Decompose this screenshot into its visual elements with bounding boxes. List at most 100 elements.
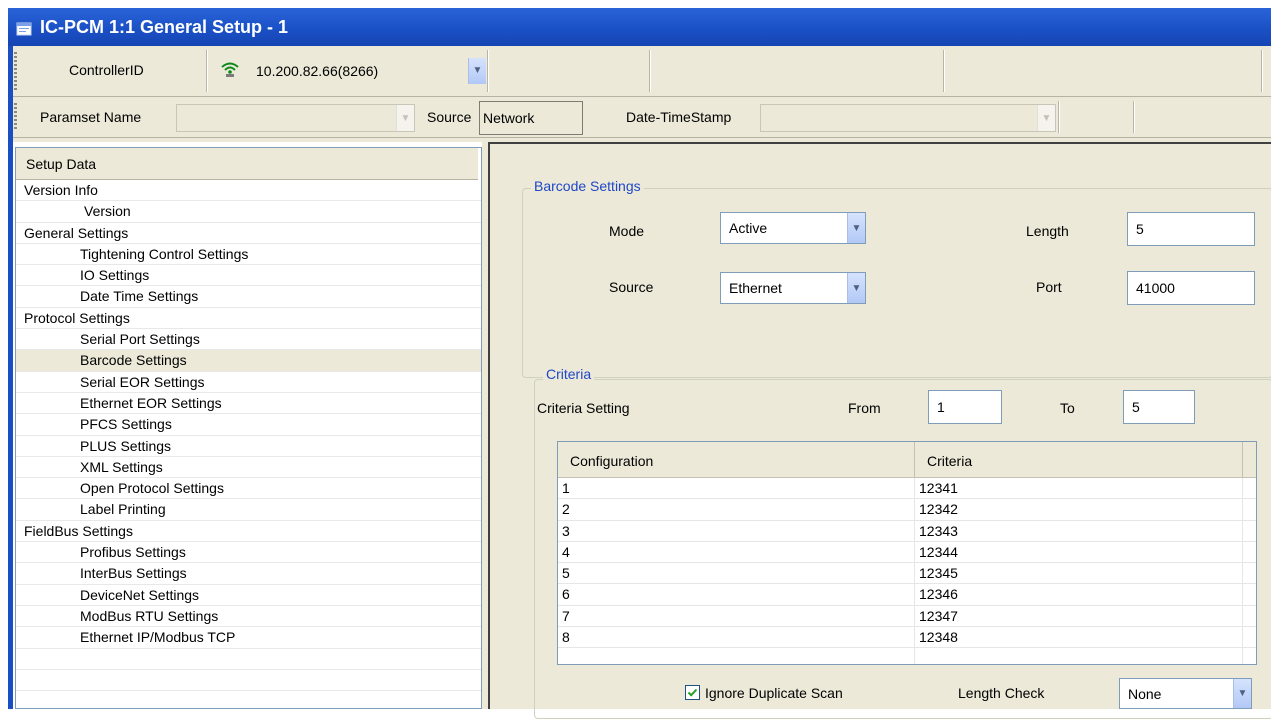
table-row[interactable]: 5 12345 [558,563,1256,585]
chevron-down-icon[interactable]: ▼ [1037,105,1055,131]
tree-item-label: Tightening Control Settings [80,245,249,262]
criteria-cell[interactable]: 12347 [915,605,1243,627]
mode-select[interactable]: Active ▼ [720,212,866,244]
tree-item-label: DeviceNet Settings [80,586,200,603]
table-row[interactable]: 4 12344 [558,541,1256,564]
tree-item-devicenet-settings[interactable]: DeviceNet Settings [16,585,481,606]
criteria-cell[interactable]: 12348 [915,627,1243,648]
tree-item-version[interactable]: Version [16,201,481,223]
port-input[interactable]: 41000 [1127,271,1255,305]
window-title: IC-PCM 1:1 General Setup - 1 [40,16,289,37]
tree-item-fieldbus-settings[interactable]: FieldBus Settings [16,521,481,543]
table-row[interactable]: 8 12348 [558,627,1256,649]
to-input[interactable]: 5 [1123,390,1195,424]
table-row[interactable]: 7 12347 [558,605,1256,628]
table-row[interactable]: 2 12342 [558,499,1256,521]
tree-item-version-info[interactable]: Version Info [16,180,481,202]
configuration-cell[interactable]: 8 [558,627,915,648]
table-row-empty [558,648,1256,664]
mode-label: Mode [609,223,645,239]
controller-id-label: ControllerID [69,62,144,78]
criteria-cell[interactable]: 12342 [915,499,1243,520]
paramset-name-select[interactable]: ▼ [176,104,415,132]
chevron-down-icon[interactable]: ▼ [847,213,865,243]
tree-item-tightening-control-settings[interactable]: Tightening Control Settings [16,244,481,266]
tree-item-serial-port-settings[interactable]: Serial Port Settings [16,329,481,351]
window-title-bar[interactable]: IC-PCM 1:1 General Setup - 1 [8,8,1271,46]
tree-item-date-time-settings[interactable]: Date Time Settings [16,286,481,308]
configuration-cell[interactable]: 2 [558,499,915,520]
date-timestamp-label: Date-TimeStamp [626,109,732,125]
checkmark-icon [687,688,698,697]
tree-item-profibus-settings[interactable]: Profibus Settings [16,542,481,564]
length-check-select[interactable]: None ▼ [1119,678,1252,709]
criteria-title: Criteria [543,366,595,382]
tree-item-label: Label Printing [80,501,166,518]
to-label: To [1060,400,1075,416]
tree-item-label: PFCS Settings [80,416,172,433]
tree-item-modbus-rtu-settings[interactable]: ModBus RTU Settings [16,606,481,628]
from-input[interactable]: 1 [928,390,1002,424]
barcode-source-select[interactable]: Ethernet ▼ [720,272,866,304]
configuration-cell[interactable]: 6 [558,584,915,605]
table-row[interactable]: 1 12341 [558,478,1256,500]
configuration-cell[interactable]: 3 [558,520,915,541]
tree-item-barcode-settings[interactable]: Barcode Settings [16,350,481,372]
criteria-cell[interactable]: 12343 [915,520,1243,541]
criteria-cell[interactable]: 12346 [915,584,1243,605]
length-input[interactable]: 5 [1127,212,1255,246]
tree-item-label-printing[interactable]: Label Printing [16,499,481,521]
toolbar-grip[interactable] [14,52,17,90]
tree-header[interactable]: Setup Data [16,148,478,180]
tree-item-label: Version Info [24,182,98,198]
date-timestamp-select[interactable]: ▼ [760,104,1056,132]
tree-item-label: ModBus RTU Settings [80,607,219,624]
table-row[interactable]: 6 12346 [558,584,1256,606]
wifi-icon [210,60,246,81]
tree-item-ethernet-eor-settings[interactable]: Ethernet EOR Settings [16,393,481,415]
controller-id-value: 10.200.82.66(8266) [256,62,379,79]
criteria-setting-label: Criteria Setting [537,400,630,416]
chevron-down-icon[interactable]: ▼ [396,105,414,131]
source-value: Network [479,101,583,135]
tree-item-label: Profibus Settings [80,544,186,561]
tree-item-label: Date Time Settings [80,288,199,305]
criteria-cell[interactable]: 12341 [915,478,1243,499]
toolbar-grip[interactable] [14,103,17,131]
tree-item-xml-settings[interactable]: XML Settings [16,457,481,479]
configuration-cell[interactable]: 4 [558,541,915,563]
tree-item-interbus-settings[interactable]: InterBus Settings [16,563,481,585]
tree-item-ethernet-ip-modbus-tcp[interactable]: Ethernet IP/Modbus TCP [16,627,481,649]
controller-toolbar: ControllerID 10.200.82.66(8266) ▼ [13,46,1271,97]
tree-item-open-protocol-settings[interactable]: Open Protocol Settings [16,478,481,500]
tree-item-plus-settings[interactable]: PLUS Settings [16,436,481,457]
from-label: From [848,400,881,416]
ignore-duplicate-label[interactable]: Ignore Duplicate Scan [705,685,843,701]
column-header-configuration[interactable]: Configuration [558,442,915,477]
tree-item-label: InterBus Settings [80,565,187,582]
table-row[interactable]: 3 12343 [558,520,1256,542]
tree-item-label: Serial EOR Settings [80,373,205,390]
chevron-down-icon[interactable]: ▼ [1233,679,1251,708]
tree-item-label: Open Protocol Settings [80,480,224,497]
tree-item-pfcs-settings[interactable]: PFCS Settings [16,414,481,436]
window-frame [8,46,13,709]
ignore-duplicate-checkbox[interactable] [685,685,700,700]
tree-item-protocol-settings[interactable]: Protocol Settings [16,308,481,330]
chevron-down-icon[interactable]: ▼ [847,273,865,303]
criteria-table[interactable]: Configuration Criteria 1 12341 2 12342 3 1234… [557,441,1257,665]
controller-id-select[interactable]: 10.200.82.66(8266) ▼ [210,56,486,85]
setup-data-tree[interactable]: Setup Data Version Info Version General Se… [15,147,482,709]
column-header-criteria[interactable]: Criteria [915,442,1243,477]
configuration-cell[interactable]: 1 [558,478,915,499]
criteria-cell[interactable]: 12344 [915,541,1243,563]
tree-item-io-settings[interactable]: IO Settings [16,265,481,287]
chevron-down-icon[interactable]: ▼ [468,57,486,84]
tree-item-general-settings[interactable]: General Settings [16,223,481,244]
criteria-cell[interactable]: 12345 [915,563,1243,584]
barcode-source-value: Ethernet [729,280,782,296]
configuration-cell[interactable]: 7 [558,605,915,627]
barcode-source-label: Source [609,279,654,295]
configuration-cell[interactable]: 5 [558,563,915,584]
tree-item-serial-eor-settings[interactable]: Serial EOR Settings [16,372,481,393]
